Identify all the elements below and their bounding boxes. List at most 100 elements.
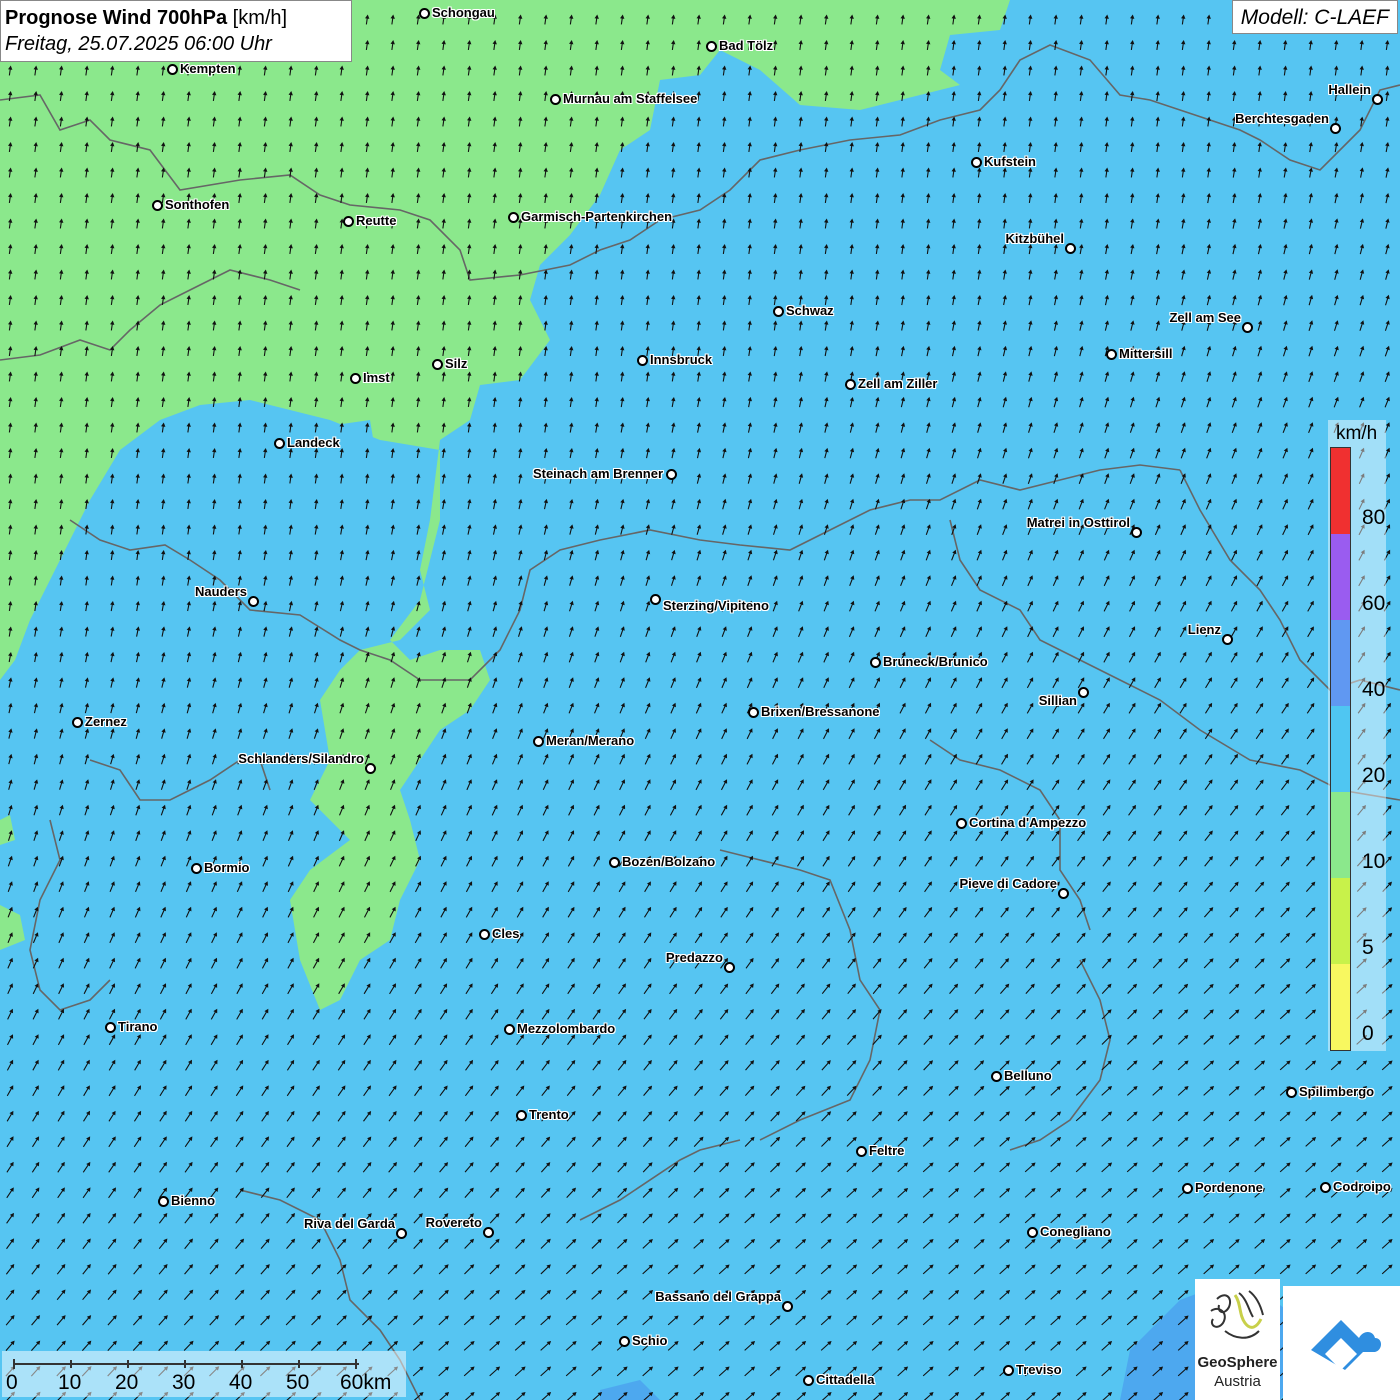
city-label: Murnau am Staffelsee [563, 91, 698, 106]
legend-color-segment [1331, 792, 1350, 878]
city-label: Feltre [869, 1143, 905, 1158]
geosphere-logo[interactable]: GeoSphere Austria [1195, 1279, 1280, 1400]
secondary-logo[interactable] [1283, 1286, 1400, 1400]
city-label: Mittersill [1119, 346, 1173, 361]
city-label: Cortina d'Ampezzo [969, 815, 1087, 830]
legend-tick-label: 60 [1362, 592, 1386, 615]
city-label: Matrei in Osttirol [1026, 515, 1130, 530]
scale-label: 60km [340, 1371, 392, 1394]
city-marker [191, 863, 202, 874]
city-marker [609, 857, 620, 868]
city-marker [1106, 349, 1117, 360]
city-marker [550, 94, 561, 105]
cloud-arrow-icon [1311, 1320, 1381, 1370]
city-label: Sterzing/Vipiteno [663, 598, 769, 613]
legend-unit: km/h [1336, 423, 1378, 444]
city-marker [365, 763, 376, 774]
city-marker [1286, 1087, 1297, 1098]
city-label: Steinach am Brenner [532, 466, 663, 481]
city-label: Conegliano [1040, 1224, 1111, 1239]
scale-label: 30 [172, 1371, 196, 1394]
city-marker [650, 594, 661, 605]
city-label: Tirano [118, 1019, 158, 1034]
city-label: Schwaz [786, 303, 834, 318]
title-main: Prognose Wind 700hPa [5, 7, 228, 29]
city-label: Nauders [194, 584, 247, 599]
title-unit: [km/h] [232, 7, 288, 29]
legend-tick-label: 40 [1362, 678, 1386, 701]
scale-bar: 0 10 20 30 40 50 60km [2, 1351, 406, 1397]
city-marker [845, 379, 856, 390]
city-label: Belluno [1004, 1068, 1052, 1083]
city-marker [637, 355, 648, 366]
city-label: Kempten [180, 61, 236, 76]
city-marker [1027, 1227, 1038, 1238]
city-label: Kufstein [984, 154, 1036, 169]
city-marker [1058, 888, 1069, 899]
city-marker [167, 64, 178, 75]
city-marker [666, 469, 677, 480]
model-label: Modell: C-LAEF [1231, 0, 1398, 34]
city-marker [504, 1024, 515, 1035]
legend-color-segment [1331, 448, 1350, 534]
city-label: Treviso [1016, 1362, 1062, 1377]
scale-label: 0 [6, 1371, 18, 1394]
city-marker [1320, 1182, 1331, 1193]
city-marker [248, 596, 259, 607]
city-marker [724, 962, 735, 973]
city-marker [483, 1227, 494, 1238]
legend-color-segment [1331, 534, 1350, 620]
city-marker [105, 1022, 116, 1033]
logo-name-line1: GeoSphere [1197, 1354, 1278, 1371]
city-label: Brixen/Bressanone [761, 704, 880, 719]
city-label: Predazzo [665, 950, 723, 965]
city-label: Hallein [1328, 82, 1371, 97]
city-label: Bienno [171, 1193, 216, 1208]
legend-tick-label: 5 [1362, 936, 1374, 959]
city-label: Pordenone [1195, 1180, 1263, 1195]
city-label: Zell am Ziller [858, 376, 938, 391]
city-marker [419, 8, 430, 19]
city-label: Rovereto [425, 1215, 482, 1230]
city-marker [856, 1146, 867, 1157]
city-marker [274, 438, 285, 449]
city-marker [343, 216, 354, 227]
city-marker [432, 359, 443, 370]
city-marker [396, 1228, 407, 1239]
city-label: Trento [529, 1107, 569, 1122]
city-label: Garmisch-Partenkirchen [521, 209, 673, 224]
city-marker [1182, 1183, 1193, 1194]
city-label: Spilimbergo [1299, 1084, 1375, 1099]
city-marker [971, 157, 982, 168]
city-label: Zernez [85, 714, 127, 729]
city-label: Cittadella [816, 1372, 875, 1387]
city-marker [782, 1301, 793, 1312]
city-label: Bad Tölz [719, 38, 774, 53]
scale-label: 50 [286, 1371, 310, 1394]
legend-tick-label: 80 [1362, 506, 1386, 529]
city-label: Silz [445, 356, 468, 371]
legend-color-segment [1331, 878, 1350, 964]
city-label: Schlanders/Silandro [238, 751, 364, 766]
city-marker [870, 657, 881, 668]
city-label: Schongau [432, 5, 495, 20]
city-marker [479, 929, 490, 940]
legend-color-segment [1331, 706, 1350, 792]
city-label: Meran/Merano [546, 733, 635, 748]
city-label: Imst [363, 370, 390, 385]
city-label: Landeck [287, 435, 340, 450]
city-label: Sonthofen [165, 197, 230, 212]
legend-color-segment [1331, 620, 1350, 706]
city-marker [72, 717, 83, 728]
legend-tick-label: 0 [1362, 1022, 1374, 1045]
city-marker [350, 373, 361, 384]
city-label: Codroipo [1333, 1179, 1391, 1194]
city-label: Bassano del Grappa [655, 1289, 781, 1304]
city-label: Bormio [204, 860, 250, 875]
city-label: Berchtesgaden [1235, 111, 1329, 126]
city-label: Pieve di Cadore [959, 876, 1057, 891]
geosphere-mark-icon [1210, 1290, 1264, 1339]
logo-name-line2: Austria [1214, 1373, 1261, 1390]
city-marker [1065, 243, 1076, 254]
city-marker [152, 200, 163, 211]
